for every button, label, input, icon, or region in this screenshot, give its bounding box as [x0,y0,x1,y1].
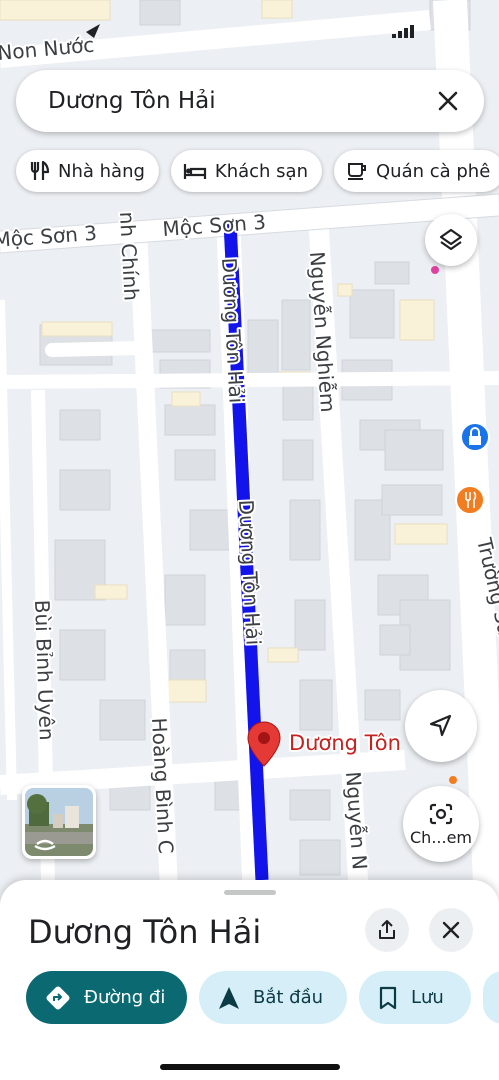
restaurant-icon [30,160,50,180]
sheet-drag-handle[interactable] [224,890,276,895]
close-icon [438,91,458,111]
directions-label: Đường đi [84,987,166,1008]
layers-icon [439,228,463,251]
poi-lock-icon [460,422,490,452]
chip-cafes[interactable]: Quán cà phê [334,150,499,192]
pin-label: Dương Tôn [289,731,401,755]
directions-icon [46,986,70,1009]
share-button[interactable] [365,908,409,952]
navigation-arrow-icon [429,714,452,737]
chip-label: Nhà hàng [58,160,145,182]
place-title: Dương Tôn Hải [28,913,262,951]
lens-search-button[interactable]: Ch...em [403,786,479,862]
search-query[interactable]: Dương Tôn Hải [48,88,432,114]
action-buttons: Đường đi Bắt đầu Lưu [26,971,499,1024]
street-view-image [25,788,93,856]
save-label: Lưu [411,987,444,1008]
chip-hotels[interactable]: Khách sạn [170,150,322,192]
poi-dot-orange [449,776,457,784]
start-label: Bắt đầu [253,987,324,1008]
lens-search-label: Ch...em [410,827,472,847]
place-sheet: Dương Tôn Hải Đường đi Bắt đầu Lưu [0,880,499,1080]
home-indicator [160,1064,340,1070]
bookmark-icon [379,986,397,1009]
more-actions-button[interactable] [483,971,499,1024]
directions-button[interactable]: Đường đi [26,971,187,1024]
layers-button[interactable] [425,214,477,266]
hotel-icon [183,164,207,179]
coffee-icon [348,163,366,180]
navigation-arrow-icon [219,986,239,1009]
category-chips: Nhà hàng Khách sạn Quán cà phê [16,150,499,192]
close-icon [442,921,460,939]
street-label-binh-chinh: nh Chính [115,211,144,301]
search-bar[interactable]: Dương Tôn Hải [16,70,484,132]
street-label-bui-binh-uyen: Bùi Bỉnh Uyên [30,599,59,741]
poi-dot-pink [431,266,439,274]
street-view-thumbnail[interactable] [22,785,96,859]
chip-label: Khách sạn [214,160,308,182]
close-sheet-button[interactable] [429,908,473,952]
save-button[interactable]: Lưu [359,971,471,1024]
share-icon [379,920,395,939]
camera-icon [429,803,453,824]
chip-restaurants[interactable]: Nhà hàng [16,150,159,192]
my-location-button[interactable] [405,690,477,762]
start-navigation-button[interactable]: Bắt đầu [199,971,347,1024]
poi-restaurant-icon [455,485,485,515]
chip-label: Quán cà phê [376,160,491,182]
clear-search-button[interactable] [432,85,464,117]
